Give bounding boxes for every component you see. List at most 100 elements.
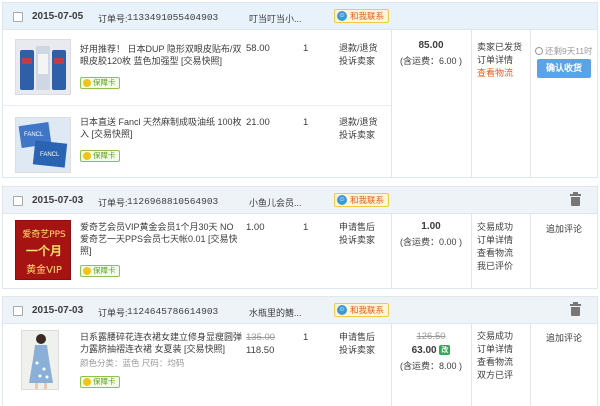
column-divider [530,324,531,406]
delete-order-trash-icon[interactable] [570,302,581,316]
column-divider [530,214,531,289]
thumb-text-line: 一个月 [26,243,62,258]
item-price: 58.00 [246,43,270,54]
order-card: 2015-07-05 订单号: 1133491055404903 叮当叮当小..… [2,2,598,178]
order-card: 2015-07-03 订单号: 1124645786614903 水瓶里的鳍..… [2,296,598,406]
guarantee-label: 保障卡 [93,377,116,386]
shop-name-link[interactable]: 水瓶里的鳍... [249,306,305,319]
order-total: 1.00 (含运费：0.00 ) [391,221,471,248]
guarantee-label: 保障卡 [93,151,116,160]
order-header: 2015-07-05 订单号: 1133491055404903 叮当叮当小..… [3,3,597,30]
status-text: 交易成功 [477,222,514,232]
add-review-link[interactable]: 追加评论 [546,331,582,344]
shipping-fee: (含运费：6.00 ) [399,56,462,66]
complain-seller-link[interactable]: 投诉卖家 [339,234,375,247]
guarantee-label: 保障卡 [93,78,116,87]
item-operations: 申请售后 投诉卖家 [339,221,375,247]
add-review-link[interactable]: 追加评论 [546,222,582,235]
total-amount: 63.00 [411,345,437,356]
wangwang-chat-icon: ☺ [337,195,347,205]
order-item-row: FANCL FANCL 日本直送 Fancl 天然麻制成吸油纸 100枚入 [交… [3,106,597,179]
product-thumbnail[interactable] [15,39,71,95]
guarantee-card-badge[interactable]: 保障卡 [80,77,120,89]
item-price: 1.00 [246,222,265,233]
complain-seller-link[interactable]: 投诉卖家 [339,55,378,68]
product-title-link[interactable]: 好用推荐！ 日本DUP 隐形双眼皮贴布/双眼皮胶120枚 蓝色加强型 [交易快照… [80,43,245,67]
order-number-label: 订单号: [98,14,128,24]
shipping-fee: (含运费：8.00 ) [399,361,462,371]
auto-confirm-countdown: 还剩9天11时 [535,45,593,57]
order-detail-link[interactable]: 订单详情 [477,343,513,356]
contact-seller-label: 和我联系 [350,195,385,205]
order-number: 1133491055404903 [127,12,219,23]
guarantee-icon [83,378,91,386]
after-sale-link[interactable]: 申请售后 [339,331,375,344]
contact-seller-button[interactable]: ☺ 和我联系 [334,193,390,207]
product-thumbnail[interactable]: 爱奇艺PPS 一个月 黄金VIP [15,220,71,280]
order-status: 卖家已发货 订单详情 查看物流 [477,41,522,80]
order-total: 126.50 63.00 改 (含运费：8.00 ) [391,331,471,372]
guarantee-card-badge[interactable]: 保障卡 [80,265,120,277]
shop-name-link[interactable]: 叮当叮当小... [249,12,305,25]
order-number-label: 订单号: [98,308,128,318]
order-detail-link[interactable]: 订单详情 [477,54,522,67]
after-sale-link[interactable]: 申请售后 [339,221,375,234]
column-divider [471,214,472,289]
svg-text:FANCL: FANCL [40,152,60,158]
contact-seller-label: 和我联系 [350,305,385,315]
thumb-text-line: 黄金VIP [26,263,62,276]
review-status-link[interactable]: 我已评价 [477,260,513,273]
order-checkbox[interactable] [13,306,23,316]
column-divider [471,324,472,406]
product-image-dress [22,331,58,389]
complain-seller-link[interactable]: 投诉卖家 [339,344,375,357]
order-checkbox[interactable] [13,12,23,22]
contact-seller-label: 和我联系 [350,11,385,21]
order-detail-link[interactable]: 订单详情 [477,234,513,247]
product-title-link[interactable]: 爱奇艺会员VIP黄金会员1个月30天 NO 爱奇艺一天PPS会员七天帐0.01 … [80,221,245,257]
clock-icon [535,47,543,55]
item-quantity: 1 [303,332,309,343]
order-checkbox[interactable] [13,196,23,206]
shipping-fee: (含运费：0.00 ) [399,237,462,247]
guarantee-card-badge[interactable]: 保障卡 [80,150,120,162]
product-thumbnail[interactable]: FANCL FANCL [15,117,71,173]
order-card: 2015-07-03 订单号: 1126968810564903 小鱼儿会员..… [2,186,598,289]
item-quantity: 1 [303,43,309,54]
item-quantity: 1 [303,117,309,128]
contact-seller-button[interactable]: ☺ 和我联系 [334,9,390,23]
refund-link[interactable]: 退款/退货 [339,116,378,129]
order-date: 2015-07-03 [32,195,84,206]
order-header: 2015-07-03 订单号: 1124645786614903 水瓶里的鳍..… [3,297,597,324]
column-divider [471,30,472,178]
product-image-iqiyi-vip: 爱奇艺PPS 一个月 黄金VIP [16,221,70,279]
guarantee-card-badge[interactable]: 保障卡 [80,376,120,388]
wangwang-chat-icon: ☺ [337,305,347,315]
complain-seller-link[interactable]: 投诉卖家 [339,129,378,142]
contact-seller-button[interactable]: ☺ 和我联系 [334,303,390,317]
guarantee-icon [83,152,91,160]
price-changed-tag: 改 [439,345,451,355]
view-logistics-link[interactable]: 查看物流 [477,67,522,80]
total-amount: 1.00 [421,221,441,232]
view-logistics-link[interactable]: 查看物流 [477,247,513,260]
product-thumbnail[interactable] [21,330,59,390]
guarantee-icon [83,267,91,275]
shop-name-link[interactable]: 小鱼儿会员... [249,196,305,209]
delete-order-trash-icon[interactable] [570,192,581,206]
product-image-eyelid-tape [16,40,70,94]
product-title-link[interactable]: 日本直送 Fancl 天然麻制成吸油纸 100枚入 [交易快照] [80,116,245,140]
review-status-link[interactable]: 双方已评 [477,369,513,382]
wangwang-chat-icon: ☺ [337,11,347,21]
item-quantity: 1 [303,222,309,233]
item-operations: 退款/退货 投诉卖家 [339,42,378,68]
order-status: 交易成功 订单详情 查看物流 我已评价 [477,221,513,273]
thumb-text-line: 爱奇艺PPS [22,228,66,240]
guarantee-icon [83,79,91,87]
product-title-link[interactable]: 日系露腰碎花连衣裙女建立修身显瘦圆弹力露脐抽褶连衣裙 女夏装 [交易快照] [80,331,245,355]
confirm-receipt-button[interactable]: 确认收货 [537,59,591,78]
item-operations: 申请售后 投诉卖家 [339,331,375,357]
view-logistics-link[interactable]: 查看物流 [477,356,513,369]
refund-link[interactable]: 退款/退货 [339,42,378,55]
order-number: 1124645786614903 [127,306,219,317]
